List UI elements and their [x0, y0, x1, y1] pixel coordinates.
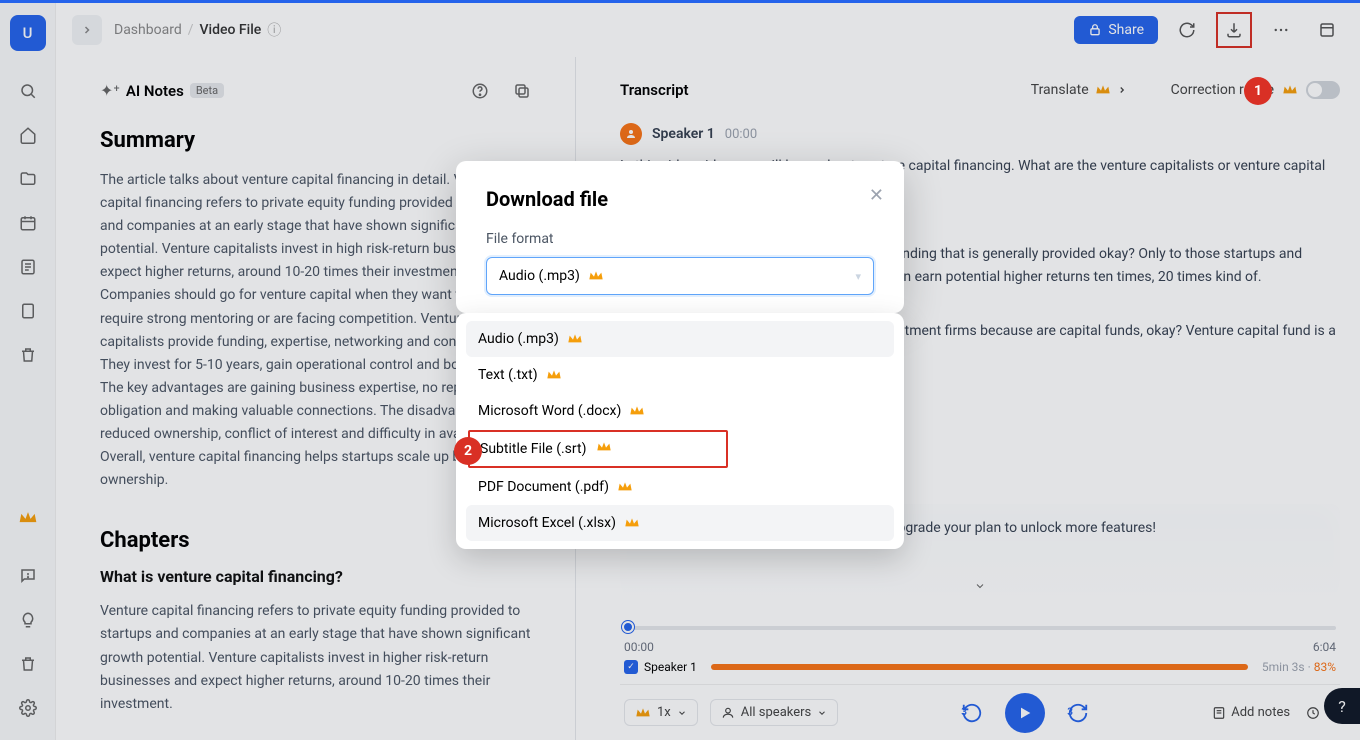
option-label: Audio (.mp3): [478, 331, 559, 347]
crown-icon: [546, 369, 562, 381]
option-subtitle-srt[interactable]: Subtitle File (.srt): [466, 429, 894, 469]
option-label: Microsoft Word (.docx): [478, 403, 621, 419]
crown-icon: [617, 481, 633, 493]
option-excel-xlsx[interactable]: Microsoft Excel (.xlsx): [466, 505, 894, 541]
annotation-badge-2: 2: [454, 437, 482, 465]
app-root: U Dashboard / Video File ⓘ: [0, 3, 1360, 740]
modal-title: Download file: [486, 187, 874, 211]
file-format-label: File format: [486, 231, 874, 247]
option-label: PDF Document (.pdf): [478, 479, 609, 495]
option-text-txt[interactable]: Text (.txt): [466, 357, 894, 393]
option-pdf[interactable]: PDF Document (.pdf): [466, 469, 894, 505]
annotation-badge-1: 1: [1244, 77, 1272, 105]
option-label: Microsoft Excel (.xlsx): [478, 515, 616, 531]
chevron-down-icon: ▾: [855, 270, 861, 283]
option-audio-mp3[interactable]: Audio (.mp3): [466, 321, 894, 357]
crown-icon: [588, 270, 604, 282]
file-format-select[interactable]: Audio (.mp3) ▾: [486, 257, 874, 295]
download-modal: ✕ Download file File format Audio (.mp3)…: [456, 161, 904, 313]
crown-icon: [629, 405, 645, 417]
crown-icon: [567, 333, 583, 345]
selected-option-label: Audio (.mp3): [499, 268, 580, 284]
option-label: Subtitle File (.srt): [480, 441, 586, 457]
close-icon[interactable]: ✕: [869, 185, 884, 206]
option-word-docx[interactable]: Microsoft Word (.docx): [466, 393, 894, 429]
option-label: Text (.txt): [478, 367, 538, 383]
file-format-dropdown: Audio (.mp3) Text (.txt) Microsoft Word …: [456, 313, 904, 549]
crown-icon: [596, 441, 612, 453]
crown-icon: [624, 517, 640, 529]
